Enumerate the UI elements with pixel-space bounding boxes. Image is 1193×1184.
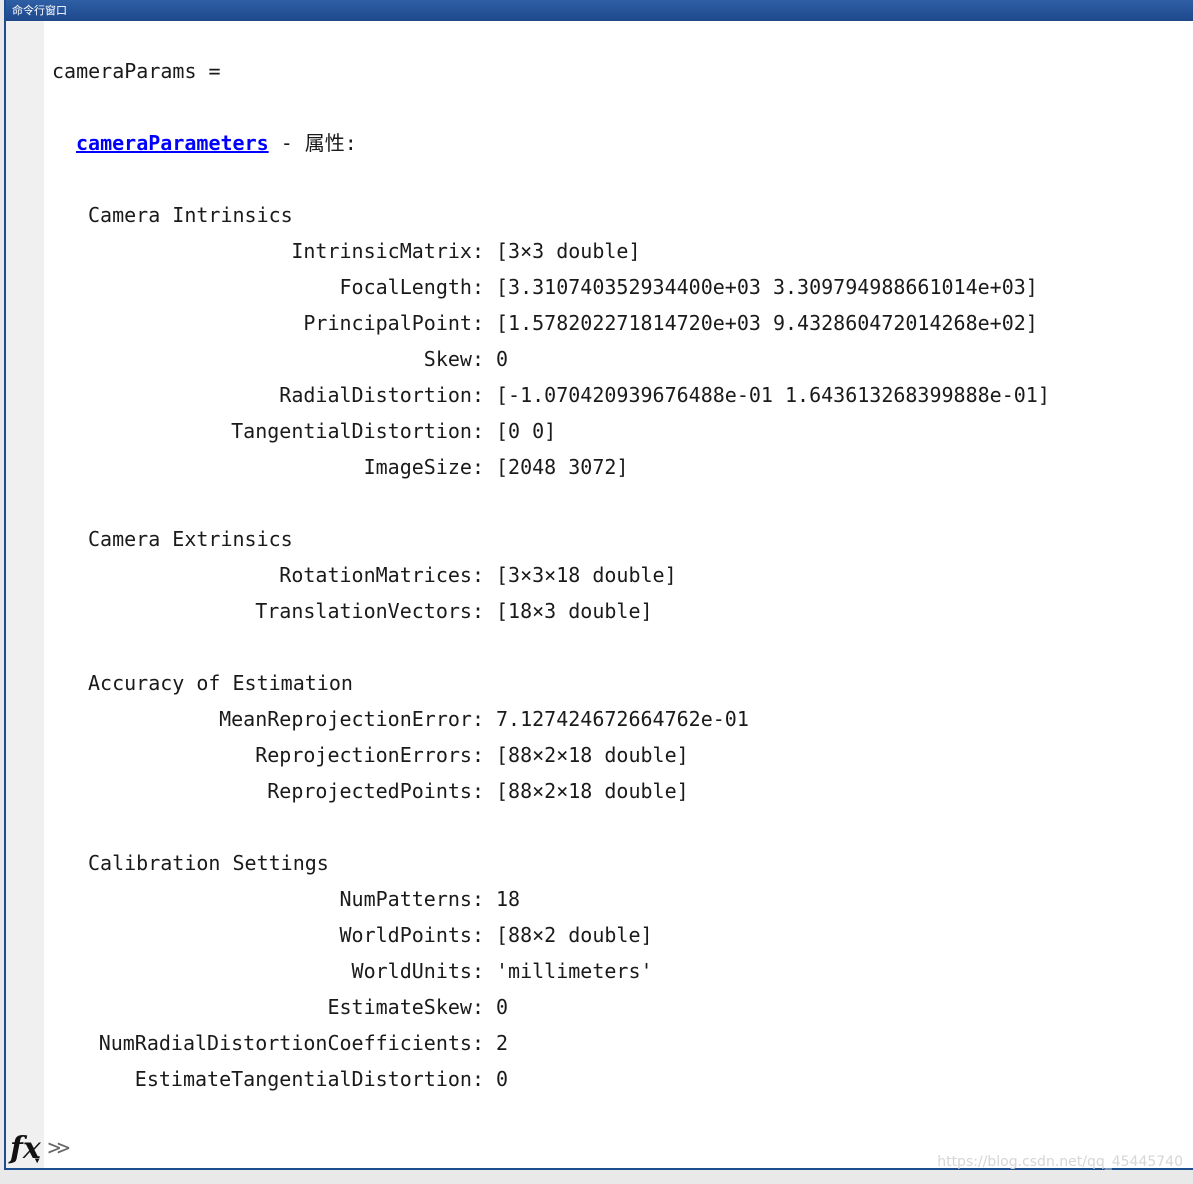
property-name: EstimateSkew: (327, 995, 484, 1019)
property-name: RotationMatrices: (279, 563, 484, 587)
class-link[interactable]: cameraParameters (76, 131, 269, 155)
property-name: TranslationVectors: (255, 599, 484, 623)
property-name: MeanReprojectionError: (219, 707, 484, 731)
command-window: 命令行窗口 cameraParams = cameraParameters - … (4, 0, 1193, 1170)
gutter (6, 21, 44, 1168)
property-name: EstimateTangentialDistortion: (134, 1067, 484, 1091)
property-value: [3.310740352934400e+03 3.309794988661014… (496, 275, 1038, 299)
property-value: 2 (496, 1031, 509, 1055)
property-name: IntrinsicMatrix: (291, 239, 484, 263)
property-value: [2048 3072] (496, 455, 629, 479)
property-value: [1.578202271814720e+03 9.432860472014268… (496, 311, 1038, 335)
prompt-chevrons: >> (47, 1135, 70, 1161)
class-suffix: - 属性: (268, 131, 357, 155)
property-name: TangentialDistortion: (231, 419, 484, 443)
command-output: cameraParams = cameraParameters - 属性: Ca… (48, 21, 1193, 1168)
property-name: ImageSize: (363, 455, 484, 479)
property-name: FocalLength: (339, 275, 485, 299)
property-value: [-1.070420939676488e-01 1.64361326839988… (496, 383, 1050, 407)
property-value: 'millimeters' (496, 959, 653, 983)
property-name: PrincipalPoint: (303, 311, 484, 335)
property-name: RadialDistortion: (279, 383, 484, 407)
fx-dropdown-icon[interactable]: ▼ (35, 1156, 40, 1165)
property-name: ReprojectedPoints: (267, 779, 484, 803)
property-value: [3×3 double] (496, 239, 641, 263)
property-value: [18×3 double] (496, 599, 653, 623)
property-value: [88×2 double] (496, 923, 653, 947)
property-value: 0 (496, 1067, 509, 1091)
property-value: 0 (496, 347, 509, 371)
property-name: WorldPoints: (339, 923, 485, 947)
property-value: [88×2×18 double] (496, 779, 689, 803)
variable-line: cameraParams = (52, 59, 221, 83)
section-header: Accuracy of Estimation (88, 671, 353, 695)
property-value: 0 (496, 995, 509, 1019)
property-name: NumPatterns: (339, 887, 485, 911)
property-name: NumRadialDistortionCoefficients: (98, 1031, 484, 1055)
class-line: cameraParameters - 属性: (76, 125, 357, 161)
property-value: [0 0] (496, 419, 557, 443)
command-prompt[interactable]: fx ▼ >> (10, 1128, 70, 1168)
property-value: [88×2×18 double] (496, 743, 689, 767)
section-header: Camera Extrinsics (88, 527, 293, 551)
property-value: [3×3×18 double] (496, 563, 677, 587)
property-value: 7.127424672664762e-01 (496, 707, 749, 731)
section-header: Camera Intrinsics (88, 203, 293, 227)
property-name: Skew: (423, 347, 484, 371)
property-value: 18 (496, 887, 521, 911)
property-name: ReprojectionErrors: (255, 743, 484, 767)
property-name: WorldUnits: (351, 959, 484, 983)
section-header: Calibration Settings (88, 851, 329, 875)
watermark: https://blog.csdn.net/qq_45445740 (937, 1154, 1183, 1170)
window-title: 命令行窗口 (6, 0, 1193, 21)
